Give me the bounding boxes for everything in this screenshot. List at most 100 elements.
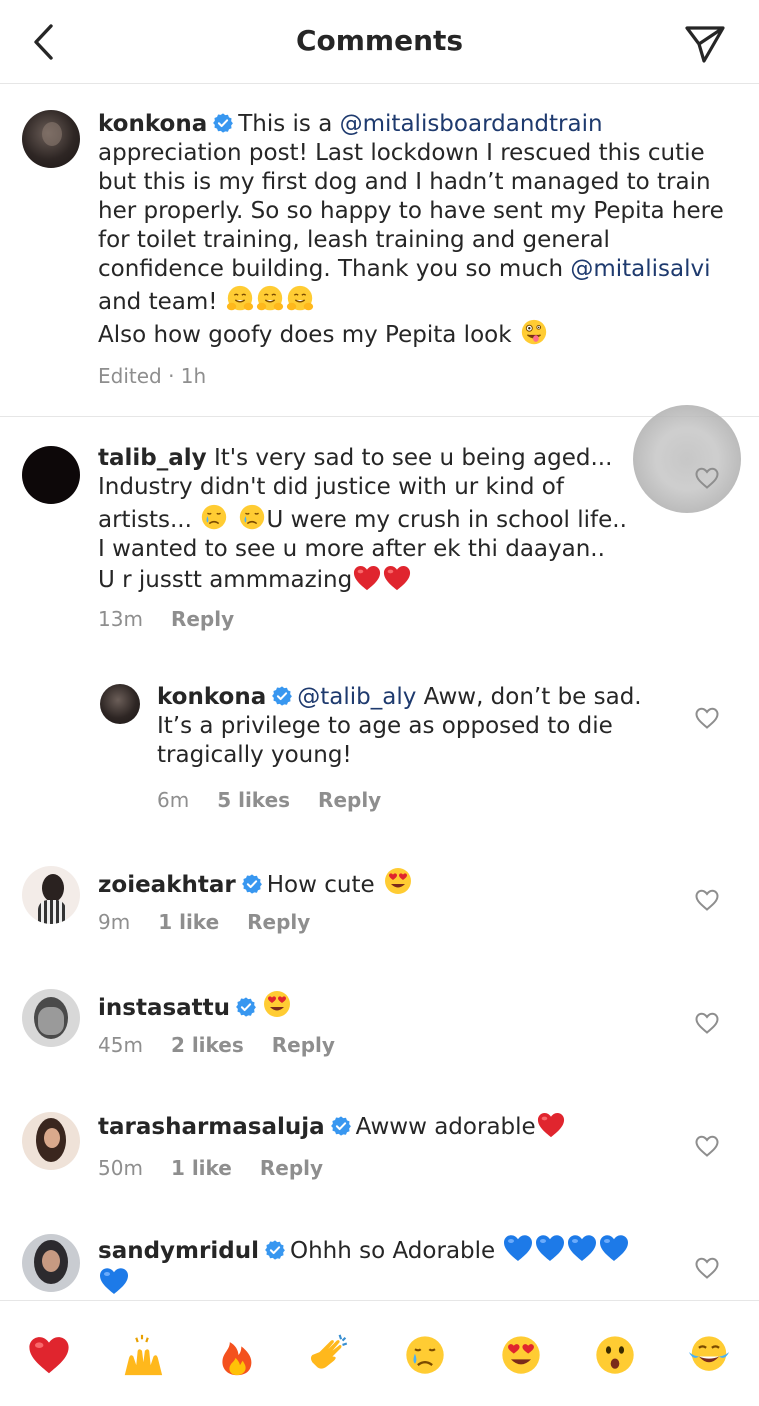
mention-link[interactable]: @mitalisboardandtrain	[340, 111, 603, 137]
heart-eyes-face-icon	[498, 1332, 544, 1378]
likes-count[interactable]: 2 likes	[171, 1033, 244, 1057]
edited-timestamp: Edited · 1h	[98, 364, 207, 388]
hugging-face-emoji-icon	[285, 284, 315, 314]
tears-of-joy-face-icon	[686, 1332, 732, 1378]
verified-badge-icon	[235, 996, 257, 1018]
likes-count[interactable]: 5 likes	[217, 788, 290, 812]
username[interactable]: konkona	[98, 111, 207, 137]
caption-text: konkona This is a @mitalisboardandtrain a…	[98, 110, 728, 350]
red-heart-icon	[26, 1334, 72, 1376]
likes-count[interactable]: 1 like	[171, 1156, 232, 1180]
comment-row: zoieakhtar How cute 9m 1 like Reply	[0, 862, 759, 952]
blue-heart-emoji-icon	[566, 1233, 598, 1263]
like-heart-icon[interactable]	[694, 706, 720, 730]
reply-button[interactable]: Reply	[318, 788, 381, 812]
comment-body: How cute	[266, 872, 382, 898]
verified-badge-icon	[241, 873, 263, 895]
comment-text: sandymridul Ohhh so Adorable	[98, 1233, 658, 1299]
avatar[interactable]	[22, 110, 80, 168]
verified-badge-icon	[212, 112, 234, 134]
comment-meta: 45m 2 likes Reply	[98, 1033, 363, 1057]
username[interactable]: konkona	[157, 684, 266, 710]
like-heart-icon[interactable]	[694, 1134, 720, 1158]
reply-button[interactable]: Reply	[171, 607, 234, 631]
reply-button[interactable]: Reply	[272, 1033, 335, 1057]
divider	[0, 416, 759, 417]
raising-hands-icon	[119, 1332, 165, 1378]
paper-plane-icon	[685, 26, 725, 63]
like-heart-icon[interactable]	[694, 1256, 720, 1280]
like-heart-icon[interactable]	[694, 888, 720, 912]
comment-meta: 50m 1 like Reply	[98, 1156, 351, 1180]
crying-face-icon	[402, 1332, 448, 1378]
avatar[interactable]	[22, 1234, 80, 1292]
avatar[interactable]	[100, 684, 140, 724]
share-button[interactable]	[681, 20, 729, 68]
heart-eyes-reaction-button[interactable]	[496, 1331, 546, 1379]
username[interactable]: talib_aly	[98, 445, 207, 471]
crying-face-emoji-icon	[237, 502, 267, 532]
comment-time: 45m	[98, 1033, 143, 1057]
comment-text: tarasharmasaluja Awww adorable	[98, 1111, 658, 1142]
crying-face-emoji-icon	[199, 502, 229, 532]
reply-comment-row: konkona @talib_aly Aww, don’t be sad. It’…	[0, 680, 759, 820]
raising-hands-reaction-button[interactable]	[117, 1331, 167, 1379]
heart-eyes-emoji-icon	[261, 988, 293, 1020]
hugging-face-emoji-icon	[225, 284, 255, 314]
mention-link[interactable]: @mitalisalvi	[570, 256, 710, 282]
verified-badge-icon	[264, 1239, 286, 1261]
comment-meta: 9m 1 like Reply	[98, 910, 338, 934]
mention-link[interactable]: @talib_aly	[297, 684, 416, 710]
red-heart-emoji-icon	[536, 1111, 566, 1139]
blue-heart-emoji-icon	[502, 1233, 534, 1263]
red-heart-reaction-button[interactable]	[24, 1331, 74, 1379]
reply-button[interactable]: Reply	[247, 910, 310, 934]
comment-time: 6m	[157, 788, 190, 812]
comment-row: talib_aly It's very sad to see u being a…	[0, 440, 759, 640]
avatar[interactable]	[22, 989, 80, 1047]
comment-meta: 6m 5 likes Reply	[157, 788, 409, 812]
avatar[interactable]	[22, 446, 80, 504]
like-heart-icon[interactable]	[694, 466, 720, 490]
comment-text: zoieakhtar How cute	[98, 865, 658, 900]
verified-badge-icon	[330, 1115, 352, 1137]
crying-face-reaction-button[interactable]	[400, 1331, 450, 1379]
emoji-quick-reactions	[0, 1300, 759, 1406]
comment-row: tarasharmasaluja Awww adorable 50m 1 like R…	[0, 1108, 759, 1198]
avatar[interactable]	[22, 1112, 80, 1170]
reply-button[interactable]: Reply	[260, 1156, 323, 1180]
tears-of-joy-reaction-button[interactable]	[684, 1331, 734, 1379]
blue-heart-emoji-icon	[598, 1233, 630, 1263]
username[interactable]: sandymridul	[98, 1238, 259, 1264]
clapping-hands-reaction-button[interactable]	[306, 1331, 356, 1379]
comment-time: 13m	[98, 607, 143, 631]
like-heart-icon[interactable]	[694, 1011, 720, 1035]
comment-row: instasattu 45m 2 likes Reply	[0, 985, 759, 1075]
comment-meta: 13m Reply	[98, 607, 262, 631]
fire-reaction-button[interactable]	[212, 1331, 262, 1379]
red-heart-emoji-icon	[382, 564, 412, 592]
username[interactable]: instasattu	[98, 995, 230, 1021]
comment-text: konkona @talib_aly Aww, don’t be sad. It’…	[157, 683, 657, 770]
page-title: Comments	[295, 24, 464, 57]
red-heart-emoji-icon	[352, 564, 382, 592]
surprised-face-icon	[592, 1332, 638, 1378]
comment-row: sandymridul Ohhh so Adorable	[0, 1230, 759, 1300]
heart-eyes-emoji-icon	[382, 865, 414, 897]
caption-text-after: and team!	[98, 289, 225, 315]
surprised-face-reaction-button[interactable]	[590, 1331, 640, 1379]
avatar[interactable]	[22, 866, 80, 924]
comment-time: 50m	[98, 1156, 143, 1180]
comment-body: Awww adorable	[355, 1114, 536, 1140]
caption-meta: Edited · 1h	[98, 364, 234, 388]
caption-text-before: This is a	[238, 111, 340, 137]
caption-line-2: Also how goofy does my Pepita look	[98, 322, 519, 348]
hugging-face-emoji-icon	[255, 284, 285, 314]
username[interactable]: zoieakhtar	[98, 872, 236, 898]
blue-heart-emoji-icon	[98, 1266, 130, 1296]
post-caption: konkona This is a @mitalisboardandtrain a…	[0, 100, 759, 416]
likes-count[interactable]: 1 like	[158, 910, 219, 934]
comment-body: Ohhh so Adorable	[289, 1238, 503, 1264]
username[interactable]: tarasharmasaluja	[98, 1114, 325, 1140]
blue-heart-emoji-icon	[534, 1233, 566, 1263]
